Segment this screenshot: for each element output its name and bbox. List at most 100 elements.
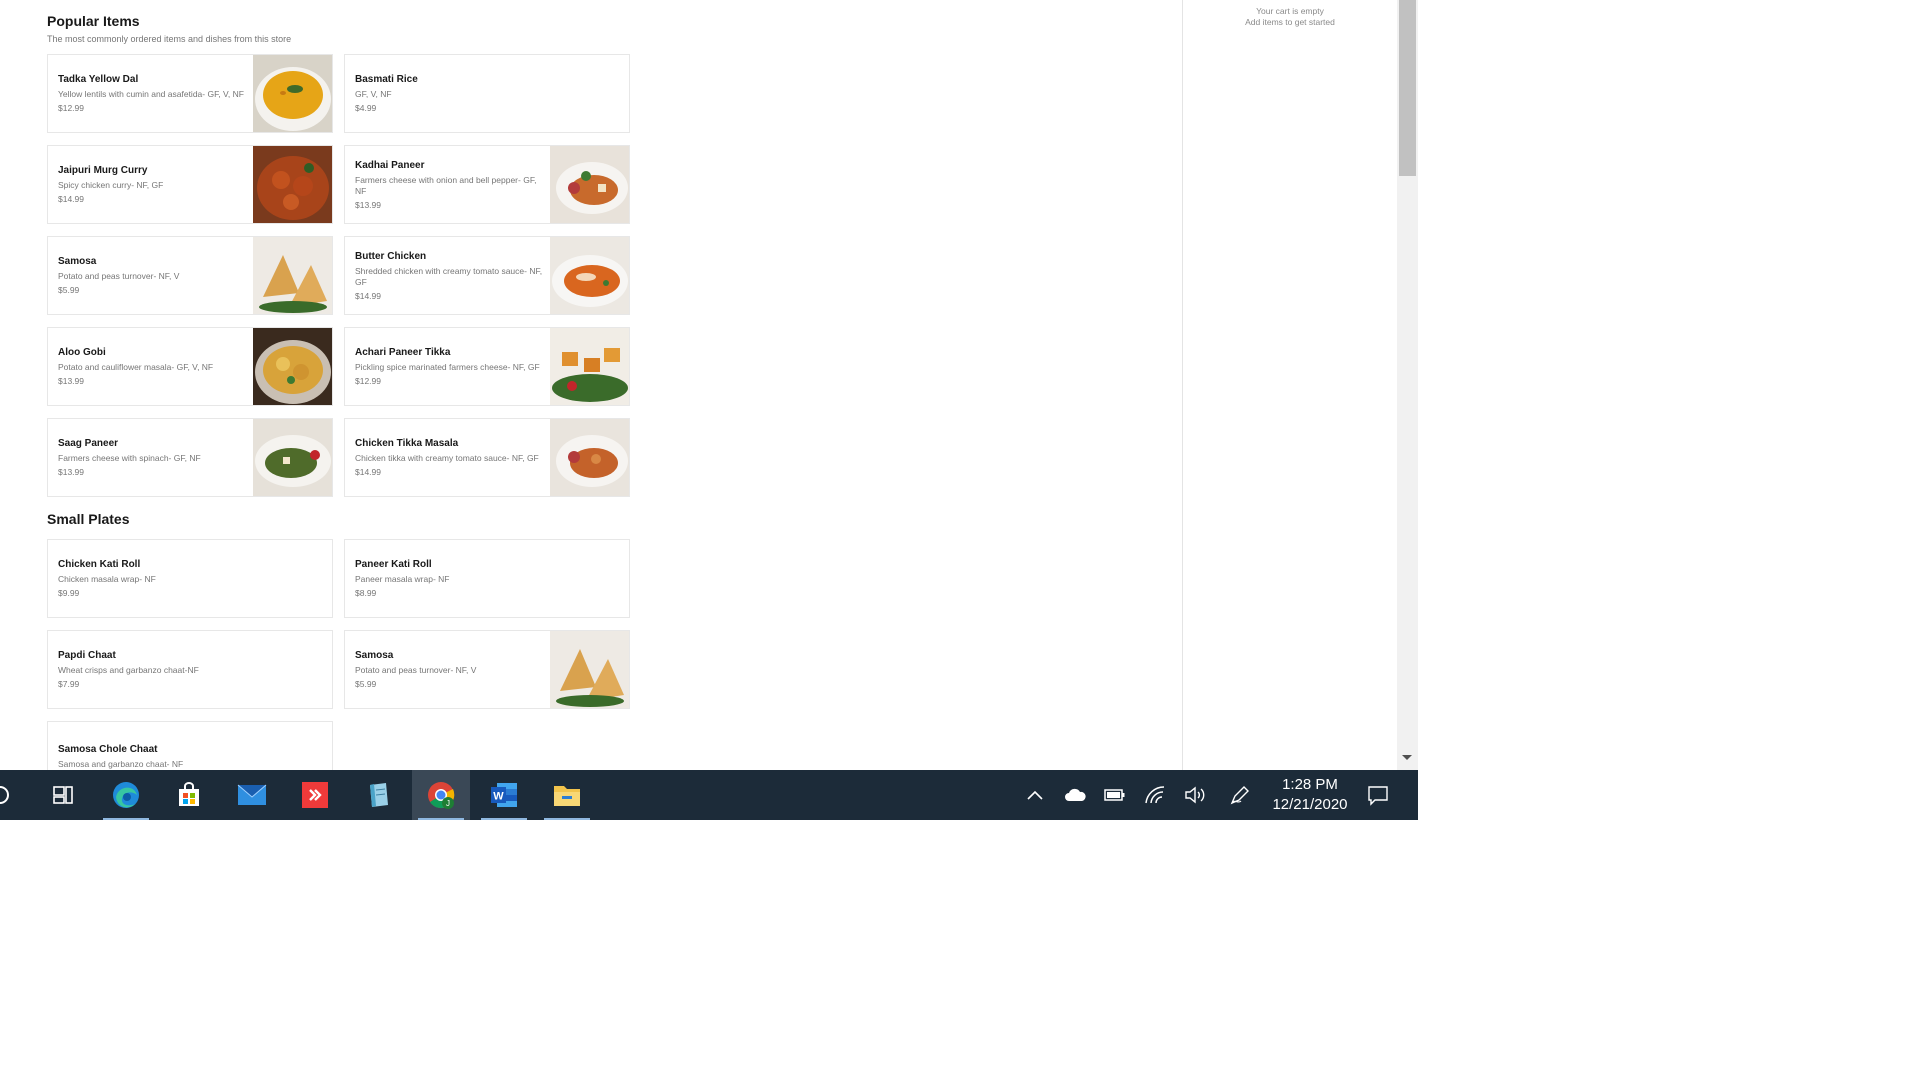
item-name: Samosa Chole Chaat [58, 744, 158, 755]
file-explorer-icon[interactable] [538, 770, 596, 820]
item-description: Potato and peas turnover- NF, V [355, 665, 477, 675]
item-name: Chicken Kati Roll [58, 559, 141, 570]
item-name: Paneer Kati Roll [355, 559, 432, 570]
cart-empty-title: Your cart is empty [1256, 6, 1324, 16]
cart-panel: Your cart is empty Add items to get star… [1183, 0, 1397, 770]
item-name: Saag Paneer [58, 438, 119, 449]
item-description: Potato and peas turnover- NF, V [58, 271, 180, 281]
item-name: Jaipuri Murg Curry [58, 165, 148, 176]
item-name: Papdi Chaat [58, 650, 116, 661]
item-name: Butter Chicken [355, 250, 427, 262]
menu-item-card[interactable]: Chicken Tikka Masala Chicken tikka with … [344, 418, 630, 497]
item-name: Samosa [355, 650, 394, 661]
mail-icon[interactable] [223, 770, 281, 820]
chicken-curry-photo [253, 146, 332, 223]
screen: Popular Items The most commonly ordered … [0, 0, 1418, 820]
clock-time: 1:28 PM [1282, 776, 1338, 793]
item-description: Chicken masala wrap- NF [58, 574, 156, 584]
item-name: Aloo Gobi [58, 347, 106, 358]
samosa-photo [253, 237, 332, 314]
paneer-dish-photo [550, 146, 629, 223]
clock-date: 12/21/2020 [1272, 796, 1348, 813]
dal-dish-photo [253, 55, 332, 132]
cart-empty-hint: Add items to get started [1245, 17, 1335, 27]
scroll-down-arrow-icon[interactable] [1402, 755, 1412, 760]
item-price: $12.99 [355, 376, 381, 386]
item-price: $14.99 [58, 194, 84, 204]
section-title-popular-items: Popular Items [47, 13, 140, 29]
battery-icon[interactable] [1103, 783, 1127, 807]
notepad-icon[interactable] [349, 770, 407, 820]
item-name: Tadka Yellow Dal [58, 74, 139, 85]
section-title-small-plates: Small Plates [47, 511, 130, 527]
item-name: Chicken Tikka Masala [355, 438, 459, 449]
chevron-up-icon[interactable] [1023, 783, 1047, 807]
item-price: $5.99 [355, 679, 377, 689]
item-price: $7.99 [58, 679, 80, 689]
notification-icon[interactable] [1366, 783, 1390, 807]
item-description: Wheat crisps and garbanzo chaat-NF [58, 665, 199, 675]
menu-item-card[interactable]: Samosa Potato and peas turnover- NF, V $… [47, 236, 333, 315]
item-description: Paneer masala wrap- NF [355, 574, 450, 584]
browser-viewport: Popular Items The most commonly ordered … [0, 0, 1418, 770]
item-description: Chicken tikka with creamy tomato sauce- … [355, 453, 539, 463]
item-price: $14.99 [355, 290, 381, 301]
taskbar: J W 1:28 PM 12/21/2020 [0, 770, 1418, 820]
vertical-scrollbar[interactable] [1397, 0, 1418, 770]
menu-item-card[interactable]: Papdi Chaat Wheat crisps and garbanzo ch… [47, 630, 333, 709]
item-description: Potato and cauliflower masala- GF, V, NF [58, 362, 214, 372]
word-icon[interactable]: W [475, 770, 533, 820]
item-description: GF, V, NF [355, 89, 392, 99]
item-description: Spicy chicken curry- NF, GF [58, 180, 164, 190]
item-name: Kadhai Paneer [355, 159, 425, 171]
item-description: Yellow lentils with cumin and asafetida-… [58, 89, 244, 99]
item-price: $13.99 [355, 199, 381, 210]
item-price: $5.99 [58, 285, 80, 295]
menu-item-card[interactable]: Saag Paneer Farmers cheese with spinach-… [47, 418, 333, 497]
menu-item-card[interactable]: Achari Paneer Tikka Pickling spice marin… [344, 327, 630, 406]
scrollbar-thumb[interactable] [1399, 0, 1416, 176]
menu-item-card[interactable]: Chicken Kati Roll Chicken masala wrap- N… [47, 539, 333, 618]
menu-item-card[interactable]: Jaipuri Murg Curry Spicy chicken curry- … [47, 145, 333, 224]
menu-item-card[interactable]: Tadka Yellow Dal Yellow lentils with cum… [47, 54, 333, 133]
menu-item-card[interactable]: Basmati Rice GF, V, NF $4.99 [344, 54, 630, 133]
onedrive-icon[interactable] [1063, 783, 1087, 807]
item-price: $13.99 [58, 376, 84, 386]
svg-text:W: W [493, 791, 504, 803]
item-price: $9.99 [58, 588, 80, 598]
menu-item-card[interactable]: Paneer Kati Roll Paneer masala wrap- NF … [344, 539, 630, 618]
store-icon[interactable] [160, 770, 218, 820]
task-view-icon[interactable] [34, 770, 92, 820]
svg-text:J: J [446, 799, 450, 808]
butter-chicken-photo [550, 237, 629, 314]
item-description: Farmers cheese with onion and bell peppe… [355, 174, 537, 196]
taskbar-clock[interactable]: 1:28 PM 12/21/2020 [1260, 775, 1360, 815]
item-name: Samosa [58, 256, 97, 267]
menu-content: Popular Items The most commonly ordered … [0, 0, 1182, 770]
item-price: $8.99 [355, 588, 377, 598]
menu-item-card[interactable]: Samosa Potato and peas turnover- NF, V $… [344, 630, 630, 709]
search-icon[interactable] [0, 770, 29, 820]
samosa-photo [550, 631, 629, 708]
item-description: Farmers cheese with spinach- GF, NF [58, 453, 201, 463]
menu-item-card[interactable]: Kadhai Paneer Farmers cheese with onion … [344, 145, 630, 224]
item-description: Shredded chicken with creamy tomato sauc… [355, 265, 543, 287]
section-subtitle-popular-items: The most commonly ordered items and dish… [47, 34, 292, 44]
saag-paneer-photo [253, 419, 332, 496]
menu-item-card[interactable]: Aloo Gobi Potato and cauliflower masala-… [47, 327, 333, 406]
item-price: $4.99 [355, 103, 377, 113]
paneer-tikka-photo [550, 328, 629, 405]
menu-item-card[interactable]: Samosa Chole Chaat Samosa and garbanzo c… [47, 721, 333, 770]
pen-icon[interactable] [1228, 783, 1252, 807]
item-name: Basmati Rice [355, 74, 418, 85]
volume-icon[interactable] [1183, 783, 1207, 807]
wifi-icon[interactable] [1143, 783, 1167, 807]
item-price: $14.99 [355, 467, 381, 477]
menu-item-card[interactable]: Butter Chicken Shredded chicken with cre… [344, 236, 630, 315]
anydesk-icon[interactable] [286, 770, 344, 820]
edge-icon[interactable] [97, 770, 155, 820]
item-price: $13.99 [58, 467, 84, 477]
tikka-masala-photo [550, 419, 629, 496]
item-description: Pickling spice marinated farmers cheese-… [355, 362, 540, 372]
chrome-icon[interactable]: J [412, 770, 470, 820]
